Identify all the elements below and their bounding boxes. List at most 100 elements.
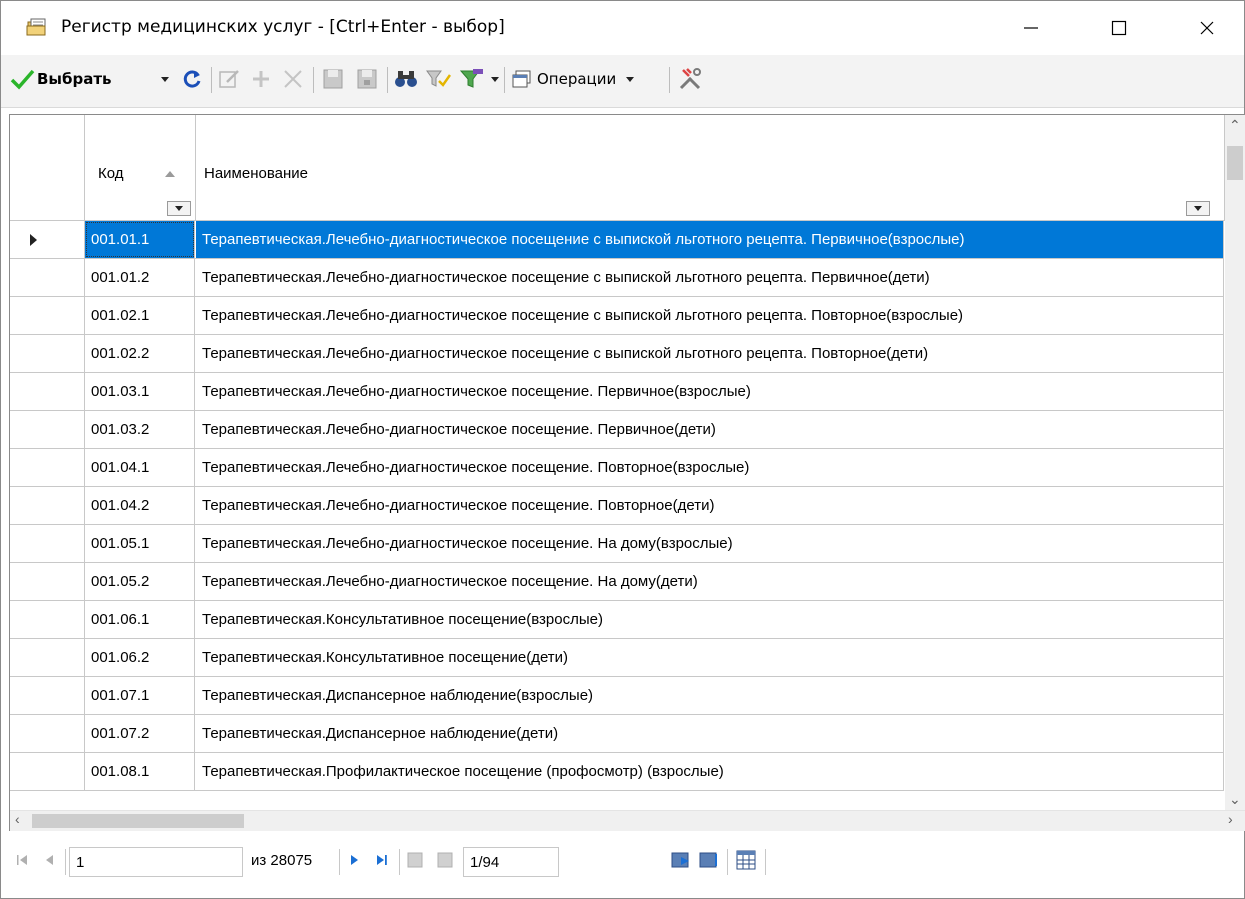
add-button[interactable]: [249, 61, 273, 97]
edit-button[interactable]: [217, 61, 241, 97]
find-button[interactable]: [393, 61, 419, 97]
vertical-scroll-thumb[interactable]: [1227, 146, 1243, 180]
delete-button[interactable]: [281, 61, 305, 97]
save-button[interactable]: [321, 61, 345, 97]
cell-name[interactable]: Терапевтическая.Диспансерное наблюдение(…: [196, 715, 1224, 752]
row-header[interactable]: [10, 259, 85, 296]
table-row[interactable]: 001.02.2 Терапевтическая.Лечебно-диагност…: [10, 335, 1224, 373]
cell-name[interactable]: Терапевтическая.Лечебно-диагностическое …: [196, 297, 1224, 334]
services-grid[interactable]: Код Наименование 001.01.1 Терапевтическая…: [9, 114, 1245, 832]
scroll-left-icon[interactable]: ‹: [15, 811, 20, 827]
cell-name[interactable]: Терапевтическая.Лечебно-диагностическое …: [196, 525, 1224, 562]
cell-code[interactable]: 001.05.2: [85, 563, 195, 600]
scroll-down-icon[interactable]: ⌄: [1229, 791, 1241, 808]
horizontal-scrollbar[interactable]: ‹ ›: [10, 810, 1245, 831]
table-row[interactable]: 001.06.1 Терапевтическая.Консультативное …: [10, 601, 1224, 639]
record-number-input[interactable]: 1: [69, 847, 243, 877]
prev-page-button[interactable]: [435, 845, 455, 875]
filter-button[interactable]: [425, 61, 451, 97]
cell-code[interactable]: 001.06.2: [85, 639, 195, 676]
columns-button[interactable]: [735, 845, 757, 875]
horizontal-scroll-thumb[interactable]: [32, 814, 244, 828]
cell-code[interactable]: 001.03.2: [85, 411, 195, 448]
cell-name[interactable]: Терапевтическая.Консультативное посещени…: [196, 639, 1224, 676]
next-page-button[interactable]: [669, 845, 693, 875]
first-record-button[interactable]: [15, 845, 29, 875]
table-row[interactable]: 001.07.1 Терапевтическая.Диспансерное наб…: [10, 677, 1224, 715]
cell-code[interactable]: 001.02.2: [85, 335, 195, 372]
cell-code[interactable]: 001.05.1: [85, 525, 195, 562]
last-page-button[interactable]: [697, 845, 721, 875]
cell-code[interactable]: 001.04.1: [85, 449, 195, 486]
column-header-name[interactable]: Наименование: [196, 115, 1225, 221]
next-record-button[interactable]: [349, 845, 361, 875]
cell-code[interactable]: 001.04.2: [85, 487, 195, 524]
row-header[interactable]: [10, 639, 85, 676]
maximize-button[interactable]: [1089, 7, 1149, 49]
select-dropdown-button[interactable]: [161, 61, 169, 97]
cell-code[interactable]: 001.01.2: [85, 259, 195, 296]
last-record-button[interactable]: [375, 845, 389, 875]
table-row[interactable]: 001.06.2 Терапевтическая.Консультативное …: [10, 639, 1224, 677]
first-page-button[interactable]: [405, 845, 425, 875]
cell-code[interactable]: 001.07.1: [85, 677, 195, 714]
row-header[interactable]: [10, 563, 85, 600]
cell-name[interactable]: Терапевтическая.Лечебно-диагностическое …: [196, 221, 1224, 258]
table-row[interactable]: 001.05.1 Терапевтическая.Лечебно-диагност…: [10, 525, 1224, 563]
scroll-up-icon[interactable]: ⌃: [1229, 117, 1241, 134]
table-row[interactable]: 001.02.1 Терапевтическая.Лечебно-диагност…: [10, 297, 1224, 335]
row-header[interactable]: [10, 221, 85, 258]
cell-name[interactable]: Терапевтическая.Консультативное посещени…: [196, 601, 1224, 638]
cell-name[interactable]: Терапевтическая.Лечебно-диагностическое …: [196, 449, 1224, 486]
row-header[interactable]: [10, 335, 85, 372]
operations-button[interactable]: Операции: [511, 61, 635, 97]
cell-name[interactable]: Терапевтическая.Диспансерное наблюдение(…: [196, 677, 1224, 714]
save-all-button[interactable]: [355, 61, 379, 97]
cell-name[interactable]: Терапевтическая.Профилактическое посещен…: [196, 753, 1224, 790]
cell-code[interactable]: 001.01.1: [85, 221, 195, 258]
cell-code[interactable]: 001.06.1: [85, 601, 195, 638]
filter-dropdown-button[interactable]: [491, 61, 499, 97]
page-number-input[interactable]: 1/94: [463, 847, 559, 877]
table-row[interactable]: 001.03.2 Терапевтическая.Лечебно-диагност…: [10, 411, 1224, 449]
table-row[interactable]: 001.04.1 Терапевтическая.Лечебно-диагност…: [10, 449, 1224, 487]
row-header[interactable]: [10, 487, 85, 524]
cell-name[interactable]: Терапевтическая.Лечебно-диагностическое …: [196, 259, 1224, 296]
filter-clear-button[interactable]: [459, 61, 487, 97]
table-row[interactable]: 001.03.1 Терапевтическая.Лечебно-диагност…: [10, 373, 1224, 411]
tools-button[interactable]: [677, 61, 703, 97]
vertical-scrollbar[interactable]: ⌃ ⌄: [1225, 115, 1245, 812]
row-header[interactable]: [10, 525, 85, 562]
row-header[interactable]: [10, 411, 85, 448]
row-header[interactable]: [10, 753, 85, 790]
cell-name[interactable]: Терапевтическая.Лечебно-диагностическое …: [196, 487, 1224, 524]
minimize-button[interactable]: [1001, 7, 1061, 49]
table-row[interactable]: 001.01.2 Терапевтическая.Лечебно-диагност…: [10, 259, 1224, 297]
cell-code[interactable]: 001.03.1: [85, 373, 195, 410]
scroll-right-icon[interactable]: ›: [1228, 811, 1233, 827]
cell-name[interactable]: Терапевтическая.Лечебно-диагностическое …: [196, 563, 1224, 600]
close-button[interactable]: [1177, 7, 1237, 49]
cell-name[interactable]: Терапевтическая.Лечебно-диагностическое …: [196, 373, 1224, 410]
row-header[interactable]: [10, 373, 85, 410]
table-row[interactable]: 001.04.2 Терапевтическая.Лечебно-диагност…: [10, 487, 1224, 525]
cell-name[interactable]: Терапевтическая.Лечебно-диагностическое …: [196, 335, 1224, 372]
refresh-button[interactable]: [181, 61, 205, 97]
row-header[interactable]: [10, 601, 85, 638]
name-filter-button[interactable]: [1186, 201, 1210, 216]
table-row[interactable]: 001.01.1 Терапевтическая.Лечебно-диагност…: [10, 221, 1224, 259]
cell-code[interactable]: 001.02.1: [85, 297, 195, 334]
row-header[interactable]: [10, 715, 85, 752]
table-row[interactable]: 001.05.2 Терапевтическая.Лечебно-диагност…: [10, 563, 1224, 601]
column-header-code[interactable]: Код: [85, 115, 196, 221]
select-button[interactable]: Выбрать: [9, 61, 112, 97]
cell-name[interactable]: Терапевтическая.Лечебно-диагностическое …: [196, 411, 1224, 448]
table-row[interactable]: 001.07.2 Терапевтическая.Диспансерное наб…: [10, 715, 1224, 753]
prev-record-button[interactable]: [43, 845, 55, 875]
table-row[interactable]: 001.08.1 Терапевтическая.Профилактическое…: [10, 753, 1224, 791]
cell-code[interactable]: 001.07.2: [85, 715, 195, 752]
row-header[interactable]: [10, 677, 85, 714]
cell-code[interactable]: 001.08.1: [85, 753, 195, 790]
row-header[interactable]: [10, 449, 85, 486]
code-filter-button[interactable]: [167, 201, 191, 216]
